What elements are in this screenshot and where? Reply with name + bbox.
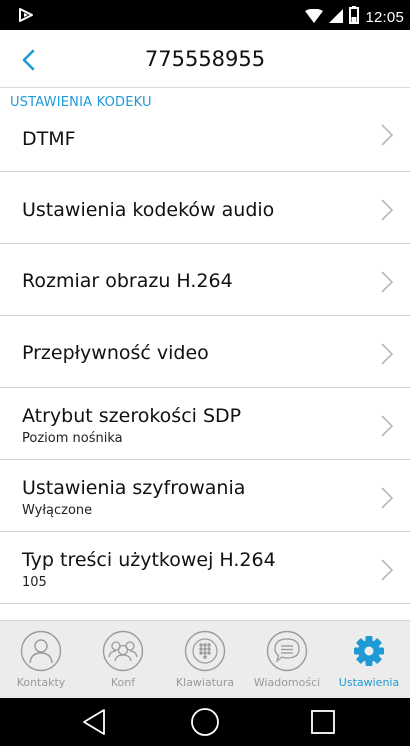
setting-dtmf[interactable]: DTMF — [0, 113, 410, 172]
app-notification-icon — [18, 7, 34, 27]
battery-icon — [349, 6, 360, 28]
setting-label: DTMF — [22, 128, 76, 150]
gear-icon — [354, 636, 384, 666]
setting-h264-payload-type[interactable]: Typ treści użytkowej H.264 105 — [0, 532, 410, 604]
tab-contacts[interactable]: Kontakty — [0, 621, 82, 699]
app-header: 775558955 — [0, 30, 410, 88]
tab-label: Ustawienia — [338, 676, 400, 689]
chevron-right-icon — [381, 487, 394, 509]
tab-label: Konf — [110, 676, 136, 689]
nav-home-button[interactable] — [185, 704, 225, 740]
settings-list: DTMF Ustawienia kodeków audio Rozmiar ob… — [0, 113, 410, 604]
nav-recents-button[interactable] — [303, 704, 343, 740]
setting-encryption[interactable]: Ustawienia szyfrowania Wyłączone — [0, 460, 410, 532]
chevron-right-icon — [381, 415, 394, 437]
setting-value: Wyłączone — [22, 503, 93, 518]
tab-label: Wiadomości — [253, 676, 321, 689]
chevron-right-icon — [381, 199, 394, 221]
tab-conference[interactable]: Konf — [82, 621, 164, 699]
square-recents-icon — [311, 710, 335, 734]
tab-settings[interactable]: Ustawienia — [328, 621, 410, 699]
setting-h264-size[interactable]: Rozmiar obrazu H.264 — [0, 244, 410, 316]
tab-label: Kontakty — [16, 676, 66, 689]
circle-home-icon — [191, 708, 219, 736]
chevron-right-icon — [381, 559, 394, 581]
signal-icon — [329, 8, 344, 27]
setting-label: Rozmiar obrazu H.264 — [22, 270, 233, 292]
tab-messages[interactable]: Wiadomości — [246, 621, 328, 699]
setting-audio-codecs[interactable]: Ustawienia kodeków audio — [0, 172, 410, 244]
tab-label: Klawiatura — [175, 676, 235, 689]
setting-label: Ustawienia szyfrowania — [22, 477, 246, 499]
nav-back-button[interactable] — [74, 704, 114, 740]
message-icon — [266, 630, 308, 672]
wifi-icon — [305, 8, 324, 27]
setting-value: 105 — [22, 575, 47, 590]
tab-keypad[interactable]: Klawiatura — [164, 621, 246, 699]
keypad-icon — [184, 630, 226, 672]
bottom-tab-bar: Kontakty Konf Klawiatura Wiadomości Usta… — [0, 620, 410, 698]
setting-label: Atrybut szerokości SDP — [22, 405, 242, 427]
chevron-right-icon — [381, 271, 394, 293]
chevron-right-icon — [381, 343, 394, 365]
chevron-left-icon — [22, 49, 35, 71]
triangle-back-icon — [83, 709, 105, 735]
setting-sdp-bandwidth[interactable]: Atrybut szerokości SDP Poziom nośnika — [0, 388, 410, 460]
section-header: USTAWIENIA KODEKU — [10, 95, 152, 110]
setting-label: Przepływność video — [22, 342, 209, 364]
conference-icon — [102, 630, 144, 672]
status-bar: 12:05 — [0, 0, 410, 30]
chevron-right-icon — [381, 124, 394, 146]
back-button[interactable] — [8, 40, 48, 80]
setting-video-bitrate[interactable]: Przepływność video — [0, 316, 410, 388]
setting-value: Poziom nośnika — [22, 431, 123, 446]
page-title: 775558955 — [144, 47, 266, 71]
status-time: 12:05 — [365, 8, 404, 26]
setting-label: Ustawienia kodeków audio — [22, 199, 275, 221]
setting-label: Typ treści użytkowej H.264 — [22, 549, 276, 571]
system-nav-bar — [0, 698, 410, 746]
contact-icon — [20, 630, 62, 672]
